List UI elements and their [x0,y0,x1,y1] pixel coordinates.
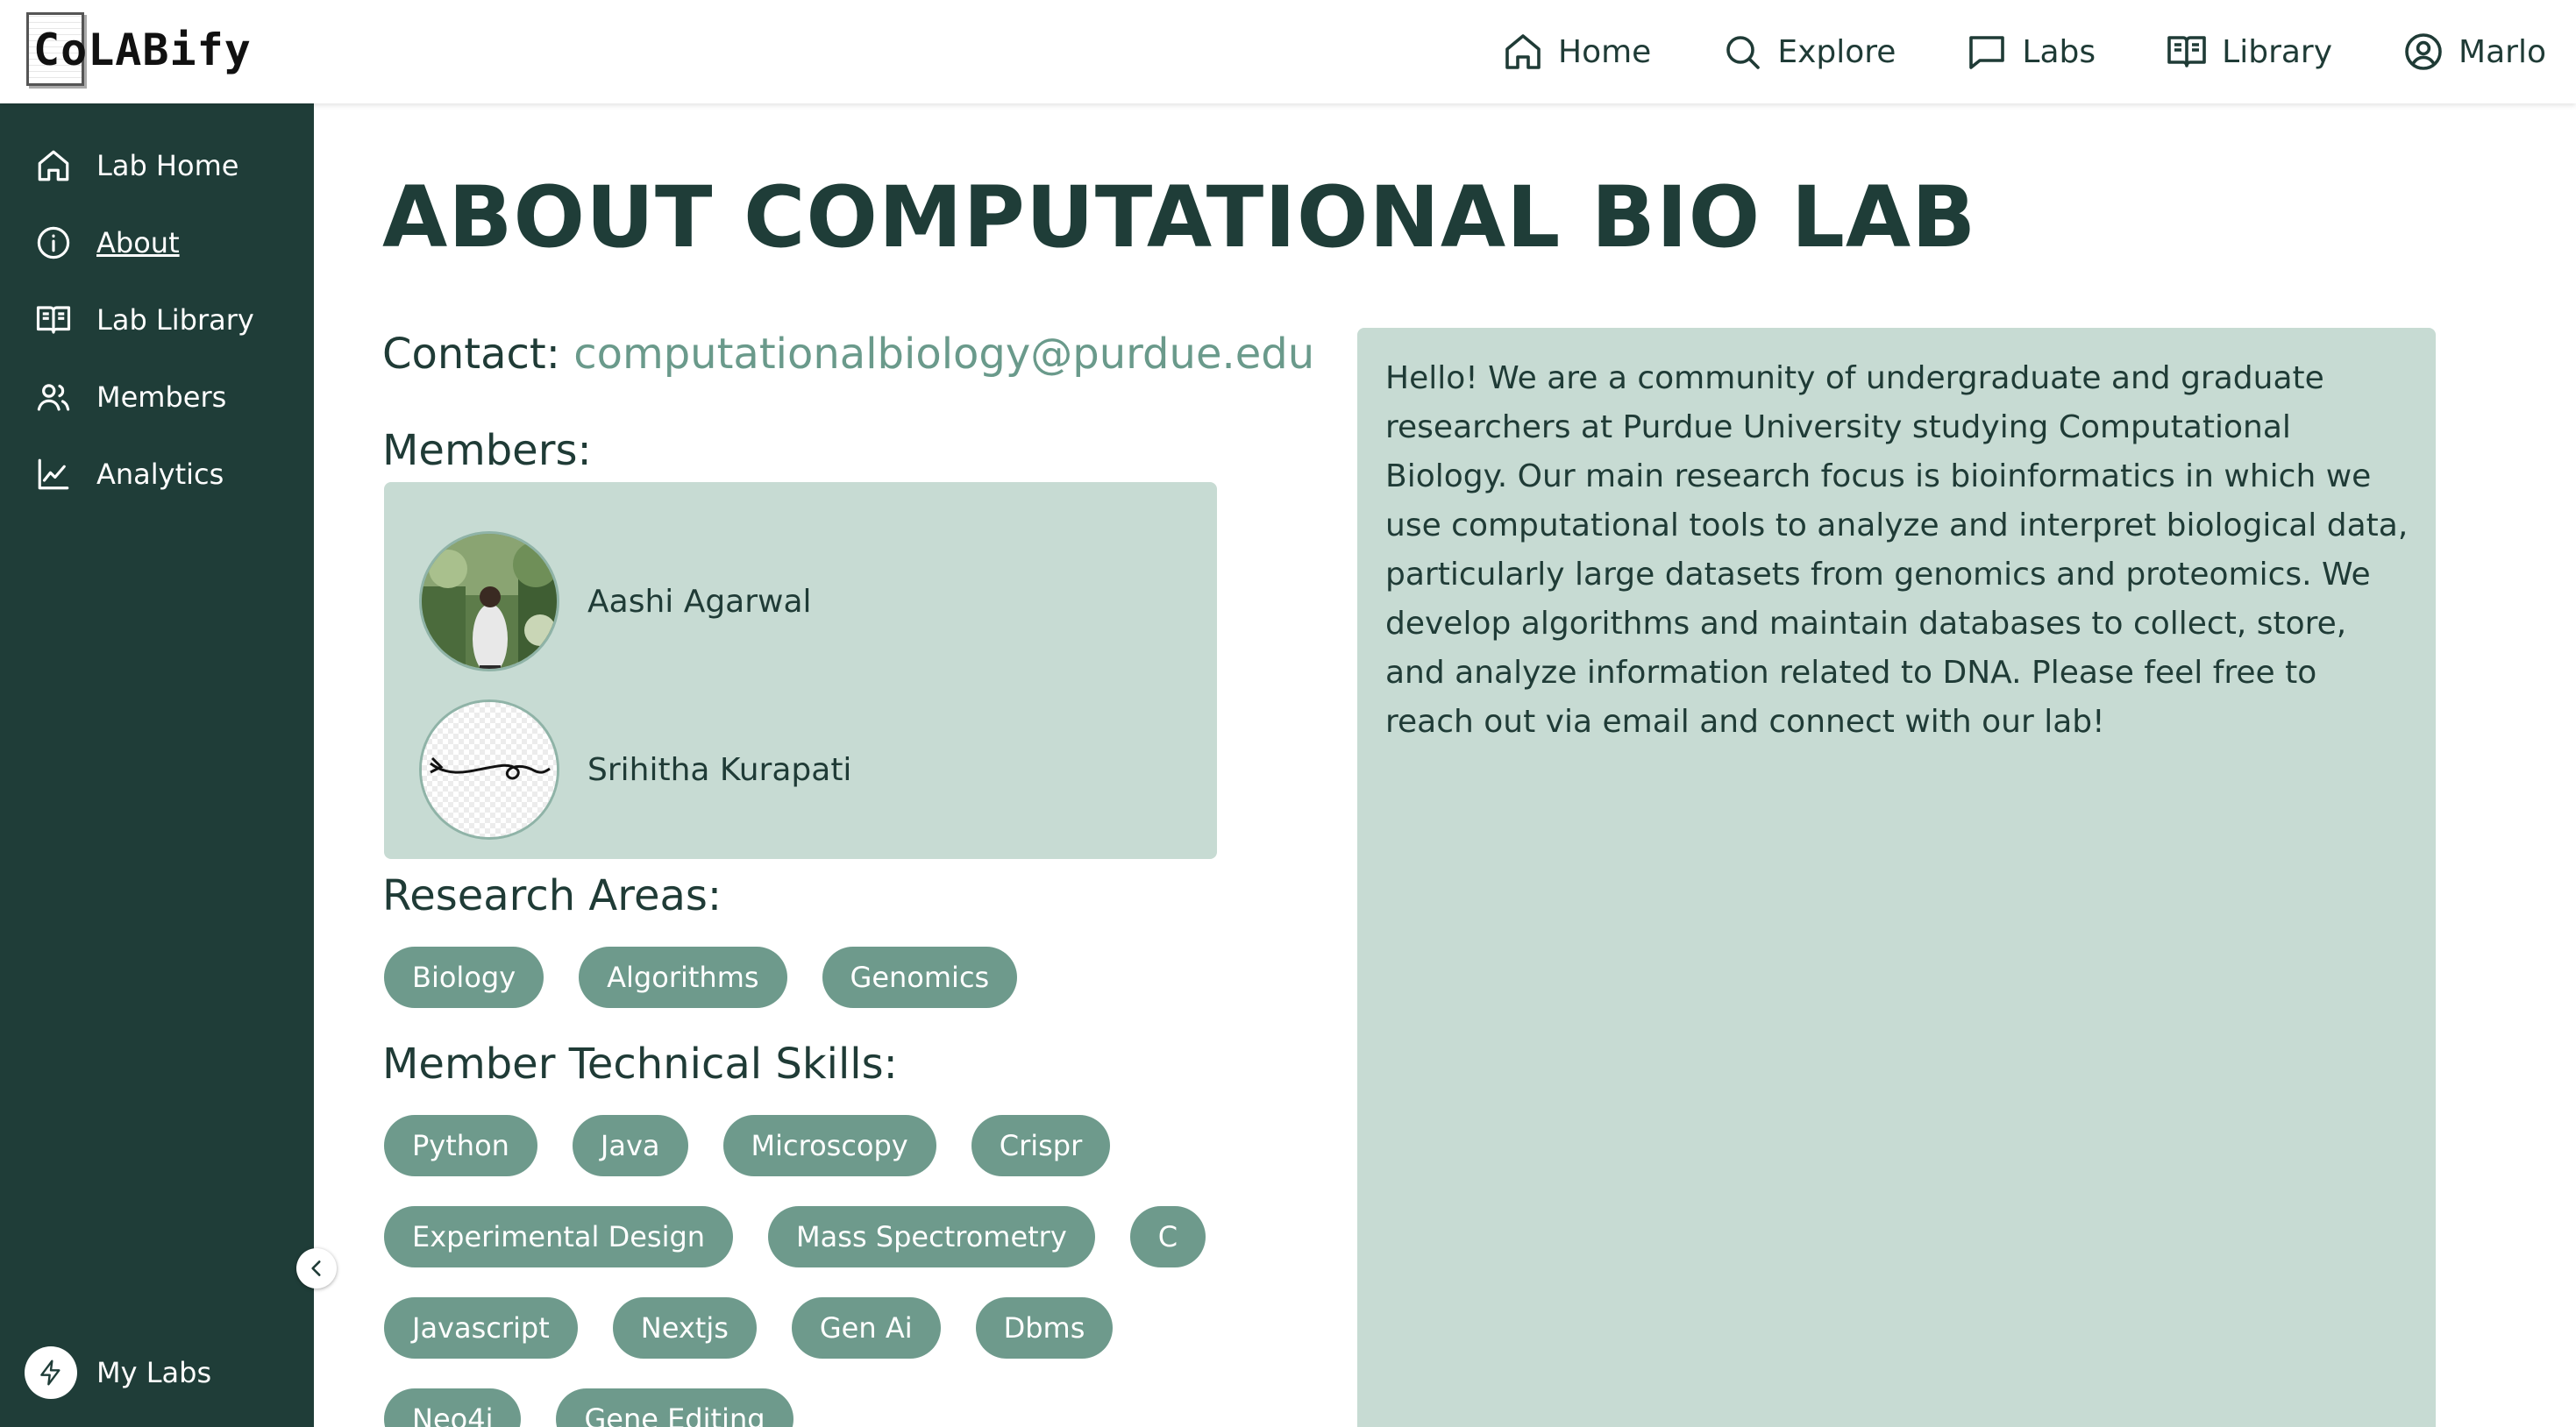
nav-profile[interactable]: Marlo [2402,31,2546,73]
avatar [419,699,559,840]
contact-line: Contact: computationalbiology@purdue.edu [382,330,1314,379]
sidebar-item-lab-library[interactable]: Lab Library [35,302,254,338]
sidebar-collapse-button[interactable] [296,1248,337,1289]
sidebar-item-members[interactable]: Members [35,379,226,415]
nav-labs[interactable]: Labs [1966,31,2096,73]
research-area-chip[interactable]: Algorithms [579,947,787,1008]
research-area-chip[interactable]: Biology [384,947,544,1008]
sidebar: Lab Home About Lab Library Members Analy… [0,103,314,1427]
member-item[interactable]: Aashi Agarwal [419,531,812,671]
skill-chip[interactable]: Java [572,1115,688,1176]
skill-chip[interactable]: C [1129,1206,1206,1267]
bolt-icon [25,1346,77,1399]
chevron-left-icon [311,1260,321,1276]
member-name: Aashi Agarwal [587,583,812,620]
skill-chip[interactable]: Experimental Design [384,1206,734,1267]
sidebar-item-label: Lab Library [96,303,254,337]
research-areas-list: Biology Algorithms Genomics [384,947,1018,1038]
app-logo[interactable]: CoLABify [26,11,252,89]
sidebar-item-about[interactable]: About [35,224,180,261]
skill-chip[interactable]: Crispr [971,1115,1111,1176]
skill-chip[interactable]: Gene Editing [556,1388,793,1427]
nav-profile-label: Marlo [2459,33,2546,70]
research-area-chip[interactable]: Genomics [822,947,1018,1008]
nav-explore[interactable]: Explore [1721,31,1896,73]
about-description: Hello! We are a community of undergradua… [1385,360,2409,740]
user-circle-icon [2405,33,2442,70]
contact-email-link[interactable]: computationalbiology@purdue.edu [573,330,1314,379]
skill-chip[interactable]: Microscopy [722,1115,936,1176]
sidebar-item-label: Analytics [96,458,224,491]
skills-heading: Member Technical Skills: [382,1040,898,1089]
info-icon [37,226,70,259]
sidebar-item-label: Members [96,380,227,414]
users-icon [37,384,70,411]
about-description-panel: Hello! We are a community of undergradua… [1357,328,2436,1427]
sidebar-item-analytics[interactable]: Analytics [35,456,224,493]
members-heading: Members: [382,426,592,475]
contact-label: Contact: [382,330,560,379]
sidebar-item-label: Lab Home [96,149,239,182]
skill-chip[interactable]: Gen Ai [791,1297,941,1359]
nav-library[interactable]: Library [2166,31,2332,73]
skills-list: Python Java Microscopy Crispr Experiment… [384,1115,1206,1427]
search-icon [1726,36,1761,69]
skill-chip[interactable]: Nextjs [612,1297,757,1359]
skill-chip[interactable]: Javascript [384,1297,578,1359]
sidebar-my-labs[interactable]: My Labs [25,1346,211,1399]
nav-home-label: Home [1558,33,1652,70]
nav-library-label: Library [2222,33,2333,70]
home-icon [38,150,69,181]
avatar [419,531,559,671]
logo-text: CoLABify [33,25,252,75]
members-list: Aashi Agarwal Srihitha Kurapati [384,482,1217,859]
skill-chip[interactable]: Python [384,1115,537,1176]
page-title: ABOUT COMPUTATIONAL BIO LAB [382,168,1977,266]
top-nav-links: Home Explore Labs Library Marlo [1502,0,2546,103]
home-icon [1505,34,1541,69]
sidebar-item-label: About [96,226,180,259]
book-icon [2167,36,2206,67]
research-areas-heading: Research Areas: [382,871,722,920]
member-name: Srihitha Kurapati [587,751,852,788]
book-icon [36,306,71,334]
nav-home[interactable]: Home [1502,31,1651,73]
chart-line-icon [38,458,69,490]
top-navbar: CoLABify Home Explore Labs Library Marlo [0,0,2576,103]
nav-explore-label: Explore [1777,33,1896,70]
chat-icon [1969,36,2005,69]
member-item[interactable]: Srihitha Kurapati [419,699,851,840]
sidebar-item-lab-home[interactable]: Lab Home [35,147,238,184]
skill-chip[interactable]: Mass Spectrometry [768,1206,1095,1267]
my-labs-label: My Labs [96,1356,212,1389]
nav-labs-label: Labs [2022,33,2096,70]
skill-chip[interactable]: Neo4j [384,1388,522,1427]
skill-chip[interactable]: Dbms [975,1297,1114,1359]
